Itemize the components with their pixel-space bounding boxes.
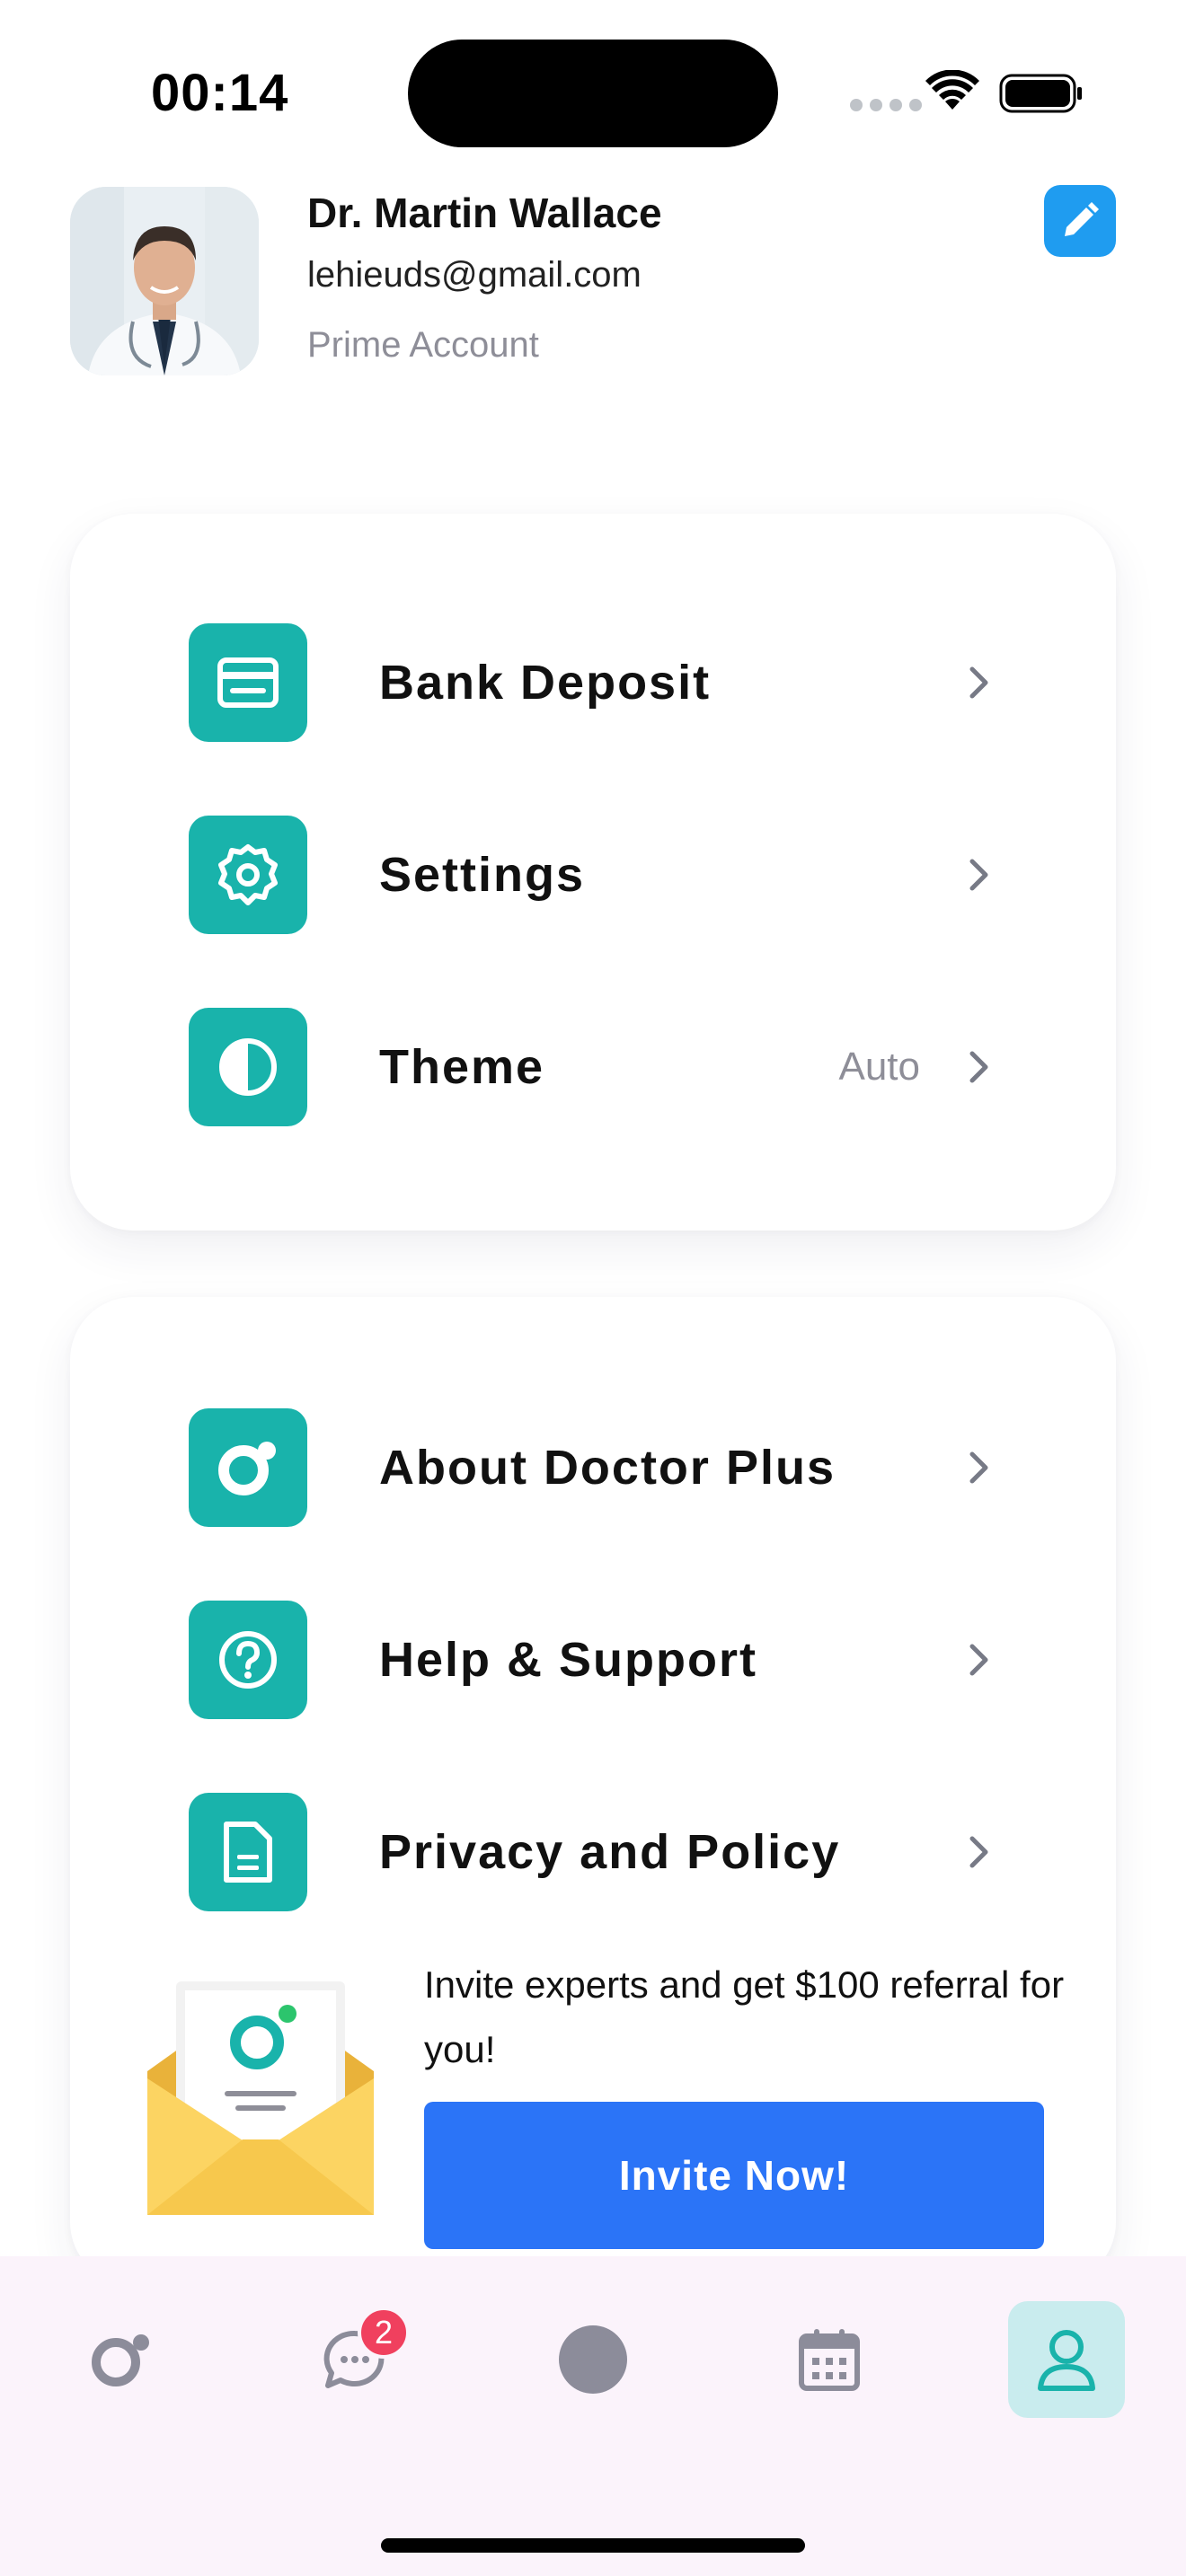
menu-item-about[interactable]: About Doctor Plus — [189, 1408, 997, 1527]
menu-item-label: Help & Support — [379, 1633, 757, 1687]
battery-icon — [999, 74, 1082, 113]
tab-home[interactable] — [63, 2301, 180, 2418]
profile-email: lehieuds@gmail.com — [307, 255, 642, 295]
contrast-icon — [189, 1008, 307, 1126]
menu-item-settings[interactable]: Settings — [189, 816, 997, 934]
chevron-right-icon — [961, 1049, 997, 1085]
chevron-right-icon — [961, 665, 997, 701]
chevron-right-icon — [961, 1450, 997, 1486]
document-icon — [189, 1793, 307, 1911]
doctor-portrait-image — [70, 187, 259, 375]
invite-now-button[interactable]: Invite Now! — [424, 2102, 1044, 2249]
pencil-icon — [1065, 202, 1099, 236]
home-logo-icon — [92, 2334, 149, 2386]
chevron-right-icon — [961, 1834, 997, 1870]
wifi-icon — [925, 70, 979, 110]
menu-item-theme[interactable]: Theme Auto — [189, 1008, 997, 1126]
menu-item-label: Bank Deposit — [379, 656, 712, 710]
menu-item-help-support[interactable]: Help & Support — [189, 1601, 997, 1719]
chevron-right-icon — [961, 857, 997, 893]
signal-icon — [850, 99, 922, 111]
menu-item-label: About Doctor Plus — [379, 1441, 836, 1495]
menu-item-label: Privacy and Policy — [379, 1825, 841, 1879]
bank-card-icon — [189, 623, 307, 742]
menu-item-label: Theme — [379, 1040, 545, 1094]
theme-value: Auto — [838, 1045, 920, 1089]
messages-badge: 2 — [358, 2307, 410, 2359]
edit-profile-button[interactable] — [1044, 185, 1116, 257]
circle-icon — [559, 2325, 627, 2394]
dynamic-island — [408, 40, 778, 147]
gear-icon — [189, 816, 307, 934]
avatar[interactable] — [70, 187, 259, 375]
question-circle-icon — [189, 1601, 307, 1719]
menu-item-privacy-policy[interactable]: Privacy and Policy — [189, 1793, 997, 1911]
chevron-right-icon — [961, 1642, 997, 1678]
menu-item-bank-deposit[interactable]: Bank Deposit — [189, 623, 997, 742]
home-indicator — [381, 2538, 805, 2553]
calendar-icon — [799, 2329, 860, 2391]
envelope-invite-icon — [147, 1981, 374, 2215]
profile-name: Dr. Martin Wallace — [307, 190, 662, 236]
tab-center[interactable] — [535, 2301, 651, 2418]
account-type: Prime Account — [307, 325, 539, 365]
invite-message: Invite experts and get $100 referral for… — [424, 1963, 1065, 2070]
status-time: 00:14 — [151, 64, 289, 122]
doctor-plus-logo-icon — [189, 1408, 307, 1527]
menu-item-label: Settings — [379, 848, 586, 902]
tab-profile[interactable] — [1008, 2301, 1125, 2418]
user-icon — [1038, 2330, 1095, 2391]
tab-calendar[interactable] — [771, 2301, 888, 2418]
